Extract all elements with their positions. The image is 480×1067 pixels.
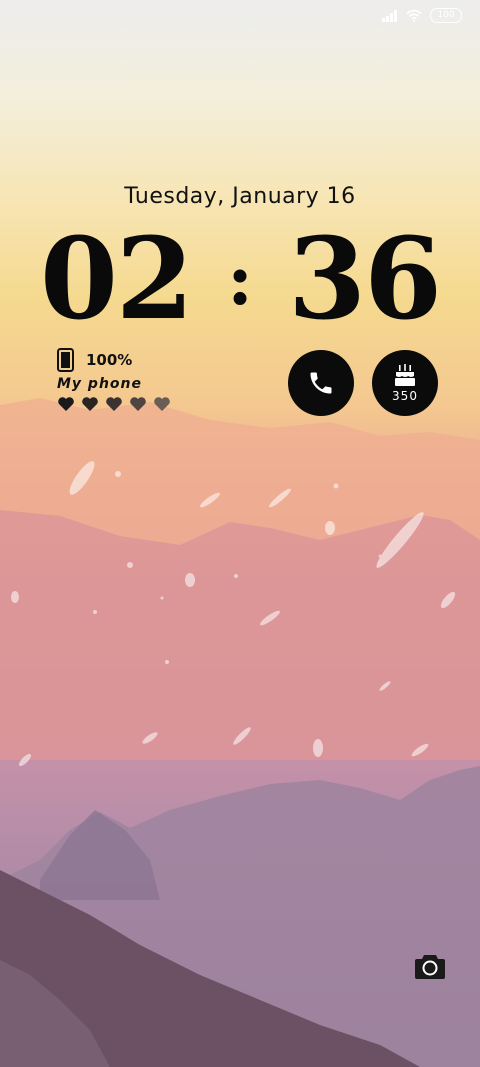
phone-battery-widget[interactable]: 100% My phone xyxy=(57,348,197,412)
heart-icon xyxy=(82,397,98,411)
heart-icon xyxy=(106,397,122,411)
cake-icon xyxy=(395,364,415,386)
wallpaper-background xyxy=(0,398,480,1067)
clock: 02 : 36 xyxy=(40,214,442,345)
wifi-icon xyxy=(406,9,422,22)
signal-icon xyxy=(382,9,397,22)
heart-icon xyxy=(154,397,170,411)
phone-shortcut-button[interactable] xyxy=(288,350,354,416)
battery-icon: 100 xyxy=(430,8,462,23)
mid-mountain-ridge xyxy=(0,510,480,760)
phone-battery-percent: 100% xyxy=(86,351,133,369)
clock-minutes: 36 xyxy=(288,214,442,345)
clock-separator: : xyxy=(227,238,253,321)
clock-hours: 02 xyxy=(40,214,194,345)
hearts-row xyxy=(57,396,197,412)
heart-icon xyxy=(58,397,74,411)
date-label: Tuesday, January 16 xyxy=(124,184,356,209)
phone-icon xyxy=(310,372,332,394)
camera-icon[interactable] xyxy=(414,952,446,980)
birthday-countdown-button[interactable]: 350 xyxy=(372,350,438,416)
phone-device-name: My phone xyxy=(57,376,142,392)
phone-device-icon xyxy=(57,348,74,372)
birthday-count: 350 xyxy=(392,389,418,403)
heart-icon xyxy=(130,397,146,411)
status-bar: 100 xyxy=(382,8,462,23)
phone-battery-row: 100% xyxy=(57,348,197,372)
